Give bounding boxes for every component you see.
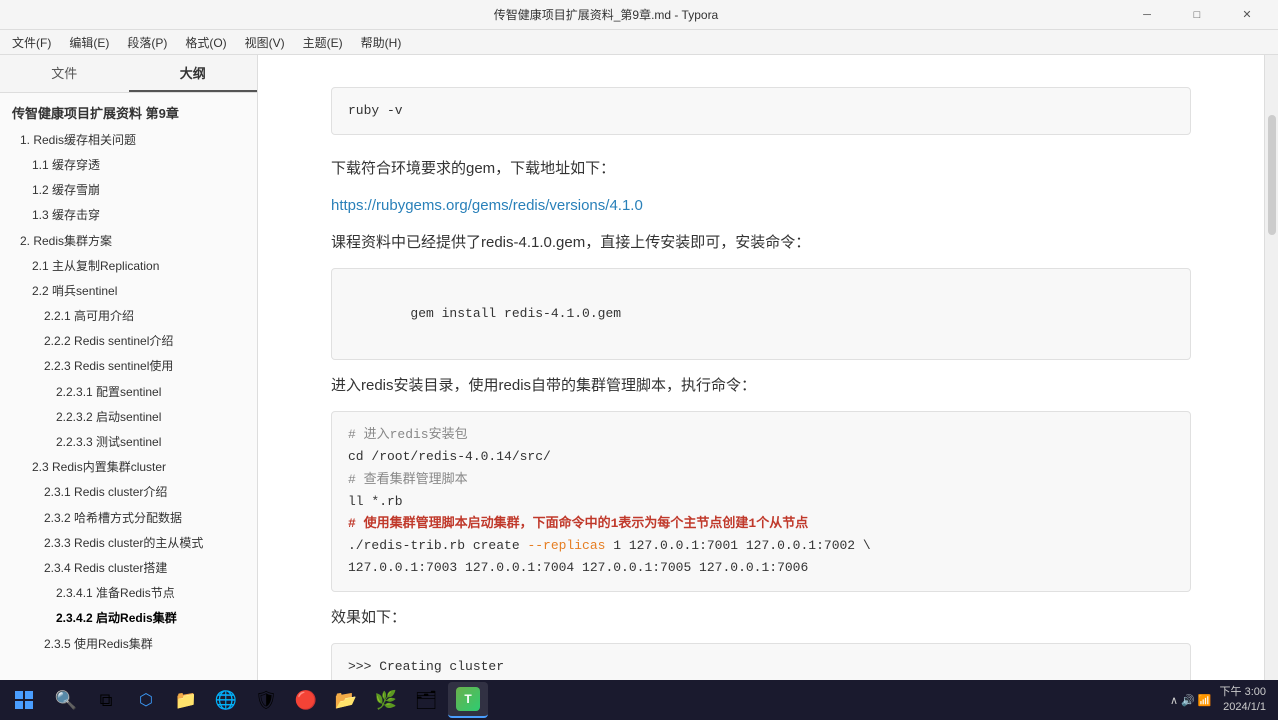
outline-item[interactable]: 2.3.4 Redis cluster搭建 xyxy=(0,556,257,581)
taskbar-chrome[interactable]: 🌐 xyxy=(208,682,244,718)
outline-item[interactable]: 2.3.4.1 准备Redis节点 xyxy=(0,581,257,606)
taskbar-time: 下午 3:00 2024/1/1 xyxy=(1220,685,1266,716)
taskbar-app3[interactable]: 🛡 xyxy=(248,682,284,718)
gem-link[interactable]: https://rubygems.org/gems/redis/versions… xyxy=(331,197,643,214)
outline-item[interactable]: 2.3.3 Redis cluster的主从模式 xyxy=(0,531,257,556)
code-comment3: # 使用集群管理脚本启动集群，下面命令中的1表示为每个主节点创建1个从节点 xyxy=(348,516,808,531)
code-output1: >>> Creating cluster xyxy=(348,659,504,674)
sidebar: 文件 大纲 传智健康项目扩展资料 第9章1. Redis缓存相关问题1.1 缓存… xyxy=(0,55,258,690)
taskbar-app6[interactable]: 🌿 xyxy=(368,682,404,718)
taskbar-app5[interactable]: 📂 xyxy=(328,682,364,718)
outline-item[interactable]: 2.2.2 Redis sentinel介绍 xyxy=(0,329,257,354)
para3: 进入redis安装目录，使用redis自带的集群管理脚本，执行命令： xyxy=(331,372,1191,399)
code-line1: cd /root/redis-4.0.14/src/ xyxy=(348,449,551,464)
taskbar-explorer[interactable]: 📁 xyxy=(168,682,204,718)
scrollbar-thumb[interactable] xyxy=(1268,115,1276,235)
main-editor[interactable]: ruby -v 下载符合环境要求的gem，下载地址如下： https://rub… xyxy=(258,55,1264,690)
tab-file[interactable]: 文件 xyxy=(0,55,129,92)
outline-item[interactable]: 2.3.1 Redis cluster介绍 xyxy=(0,480,257,505)
code-replicas: --replicas xyxy=(527,538,605,553)
tab-outline[interactable]: 大纲 xyxy=(129,55,258,92)
menu-format[interactable]: 格式(O) xyxy=(177,32,234,53)
sys-icons: ∧ 🔊 📶 xyxy=(1170,694,1212,707)
windows-icon xyxy=(15,691,33,709)
title-text: 传智健康项目扩展资料_第9章.md - Typora xyxy=(88,6,1124,23)
taskbar-app4[interactable]: 🔴 xyxy=(288,682,324,718)
outline-item[interactable]: 2.3.5 使用Redis集群 xyxy=(0,632,257,657)
code-line2: ll *.rb xyxy=(348,494,403,509)
outline-item[interactable]: 2.2.3 Redis sentinel使用 xyxy=(0,354,257,379)
code-block-gem: gem install redis-4.1.0.gem xyxy=(331,268,1191,360)
outline-item[interactable]: 2.3 Redis内置集群cluster xyxy=(0,455,257,480)
app-body: 文件 大纲 传智健康项目扩展资料 第9章1. Redis缓存相关问题1.1 缓存… xyxy=(0,55,1278,690)
code-line4: 127.0.0.1:7003 127.0.0.1:7004 127.0.0.1:… xyxy=(348,560,808,575)
titlebar: 传智健康项目扩展资料_第9章.md - Typora ─ □ ✕ xyxy=(0,0,1278,30)
outline-panel[interactable]: 传智健康项目扩展资料 第9章1. Redis缓存相关问题1.1 缓存穿透1.2 … xyxy=(0,93,257,690)
code-block-cluster: # 进入redis安装包 cd /root/redis-4.0.14/src/ … xyxy=(331,411,1191,592)
menu-paragraph[interactable]: 段落(P) xyxy=(119,32,175,53)
para2: 课程资料中已经提供了redis-4.1.0.gem，直接上传安装即可，安装命令： xyxy=(331,229,1191,256)
code-comment1: # 进入redis安装包 xyxy=(348,427,468,442)
menu-help[interactable]: 帮助(H) xyxy=(353,32,410,53)
content-area: ruby -v 下载符合环境要求的gem，下载地址如下： https://rub… xyxy=(331,87,1191,690)
para1: 下载符合环境要求的gem，下载地址如下： xyxy=(331,155,1191,182)
right-scrollbar[interactable] xyxy=(1264,55,1278,690)
code-block-ruby: ruby -v xyxy=(331,87,1191,135)
taskbar-sys: ∧ 🔊 📶 下午 3:00 2024/1/1 xyxy=(1162,685,1274,716)
para-link: https://rubygems.org/gems/redis/versions… xyxy=(331,192,1191,219)
maximize-button[interactable]: □ xyxy=(1174,0,1220,30)
taskbar-app7[interactable]: 🗂 xyxy=(408,682,444,718)
menubar: 文件(F) 编辑(E) 段落(P) 格式(O) 视图(V) 主题(E) 帮助(H… xyxy=(0,30,1278,55)
start-button[interactable] xyxy=(4,682,44,718)
taskbar: 🔍 ⧉ ⬡ 📁 🌐 🛡 🔴 📂 🌿 🗂 T ∧ 🔊 📶 下午 3:00 2024… xyxy=(0,680,1278,720)
outline-item[interactable]: 2.2.1 高可用介绍 xyxy=(0,304,257,329)
window-controls: ─ □ ✕ xyxy=(1124,0,1270,30)
outline-item[interactable]: 2.1 主从复制Replication xyxy=(0,254,257,279)
outline-item[interactable]: 2.2.3.2 启动sentinel xyxy=(0,405,257,430)
outline-item[interactable]: 1.1 缓存穿透 xyxy=(0,153,257,178)
taskbar-edge[interactable]: ⬡ xyxy=(128,682,164,718)
outline-item[interactable]: 1.2 缓存雪崩 xyxy=(0,178,257,203)
code-line3-pre: ./redis-trib.rb create --replicas 1 127.… xyxy=(348,538,871,553)
para4: 效果如下： xyxy=(331,604,1191,631)
taskbar-search[interactable]: 🔍 xyxy=(48,682,84,718)
outline-item[interactable]: 2.2.3.3 测试sentinel xyxy=(0,430,257,455)
outline-item[interactable]: 1.3 缓存击穿 xyxy=(0,203,257,228)
typora-icon: T xyxy=(456,687,480,711)
outline-item[interactable]: 传智健康项目扩展资料 第9章 xyxy=(0,101,257,128)
menu-edit[interactable]: 编辑(E) xyxy=(61,32,117,53)
sidebar-tabs: 文件 大纲 xyxy=(0,55,257,93)
taskbar-task-view[interactable]: ⧉ xyxy=(88,682,124,718)
menu-theme[interactable]: 主题(E) xyxy=(295,32,351,53)
menu-view[interactable]: 视图(V) xyxy=(237,32,293,53)
taskbar-typora[interactable]: T xyxy=(448,682,488,718)
menu-file[interactable]: 文件(F) xyxy=(4,32,59,53)
code-gem-install: gem install redis-4.1.0.gem xyxy=(410,306,621,321)
outline-item[interactable]: 2. Redis集群方案 xyxy=(0,229,257,254)
outline-item[interactable]: 1. Redis缓存相关问题 xyxy=(0,128,257,153)
outline-item[interactable]: 2.3.2 哈希槽方式分配数据 xyxy=(0,506,257,531)
outline-item[interactable]: 2.2.3.1 配置sentinel xyxy=(0,380,257,405)
close-button[interactable]: ✕ xyxy=(1224,0,1270,30)
outline-item[interactable]: 2.2 哨兵sentinel xyxy=(0,279,257,304)
minimize-button[interactable]: ─ xyxy=(1124,0,1170,30)
outline-item[interactable]: 2.3.4.2 启动Redis集群 xyxy=(0,606,257,631)
code-comment2: # 查看集群管理脚本 xyxy=(348,472,468,487)
